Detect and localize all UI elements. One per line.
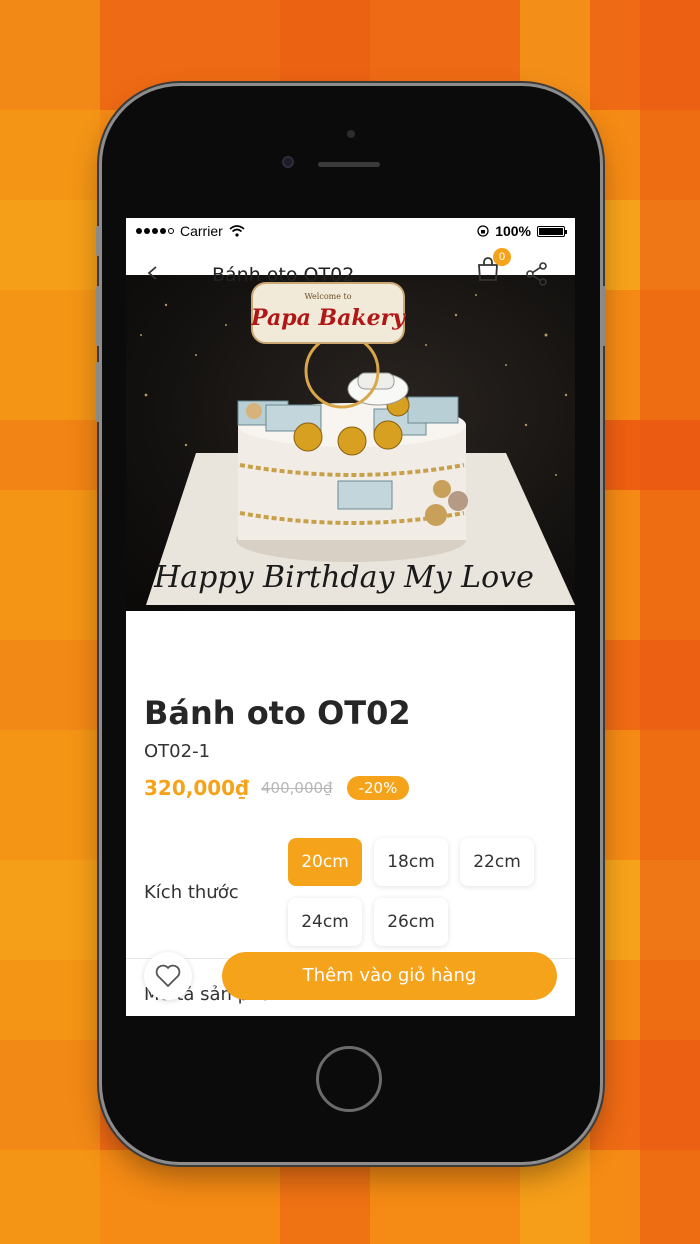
favorite-button[interactable] [144,952,192,1000]
nav-bar: Bánh oto OT02 0 [126,244,575,286]
product-image: Welcome to Papa Bakery Happy Birthday My… [126,275,575,611]
home-button[interactable] [316,1046,382,1112]
carrier-label: Carrier [180,223,223,239]
old-price: 400,000₫ [261,779,333,797]
cake-photo: Welcome to Papa Bakery Happy Birthday My… [140,282,575,605]
signal-icon [136,228,174,234]
sign-top-text: Welcome to [304,292,351,301]
battery-icon [537,225,567,237]
battery-percent: 100% [495,223,531,239]
product-name: Bánh oto OT02 [144,694,411,732]
product-sku: OT02-1 [144,741,211,762]
mute-switch [96,226,100,256]
rotation-lock-icon [477,225,489,237]
cart-count-badge: 0 [493,248,511,266]
plate-text: Happy Birthday My Love [153,560,534,595]
size-label: Kích thước [144,882,239,903]
proximity-sensor [347,130,355,138]
size-option-20cm[interactable]: 20cm [288,838,362,886]
heart-icon [155,964,181,987]
size-option-18cm[interactable]: 18cm [374,838,448,886]
nav-title: Bánh oto OT02 [212,264,355,286]
add-to-cart-button[interactable]: Thêm vào giỏ hàng [222,952,557,1000]
back-arrow-icon[interactable] [146,266,160,280]
front-camera [282,156,294,168]
wifi-icon [229,225,245,237]
earpiece-speaker [318,162,380,167]
discount-badge: -20% [346,776,410,800]
current-price: 320,000₫ [144,776,250,800]
sign-text: Papa Bakery [250,305,407,331]
status-bar: Carrier 100% [126,218,575,244]
volume-down-button [96,362,100,422]
size-option-24cm[interactable]: 24cm [288,898,362,946]
app-screen: Carrier 100% Welcome to Papa Bakery Happ… [126,218,575,1016]
power-button [602,286,606,346]
size-option-22cm[interactable]: 22cm [460,838,534,886]
share-icon[interactable] [526,262,548,286]
volume-up-button [96,286,100,346]
price-row: 320,000₫ 400,000₫ -20% [144,776,410,800]
size-option-26cm[interactable]: 26cm [374,898,448,946]
